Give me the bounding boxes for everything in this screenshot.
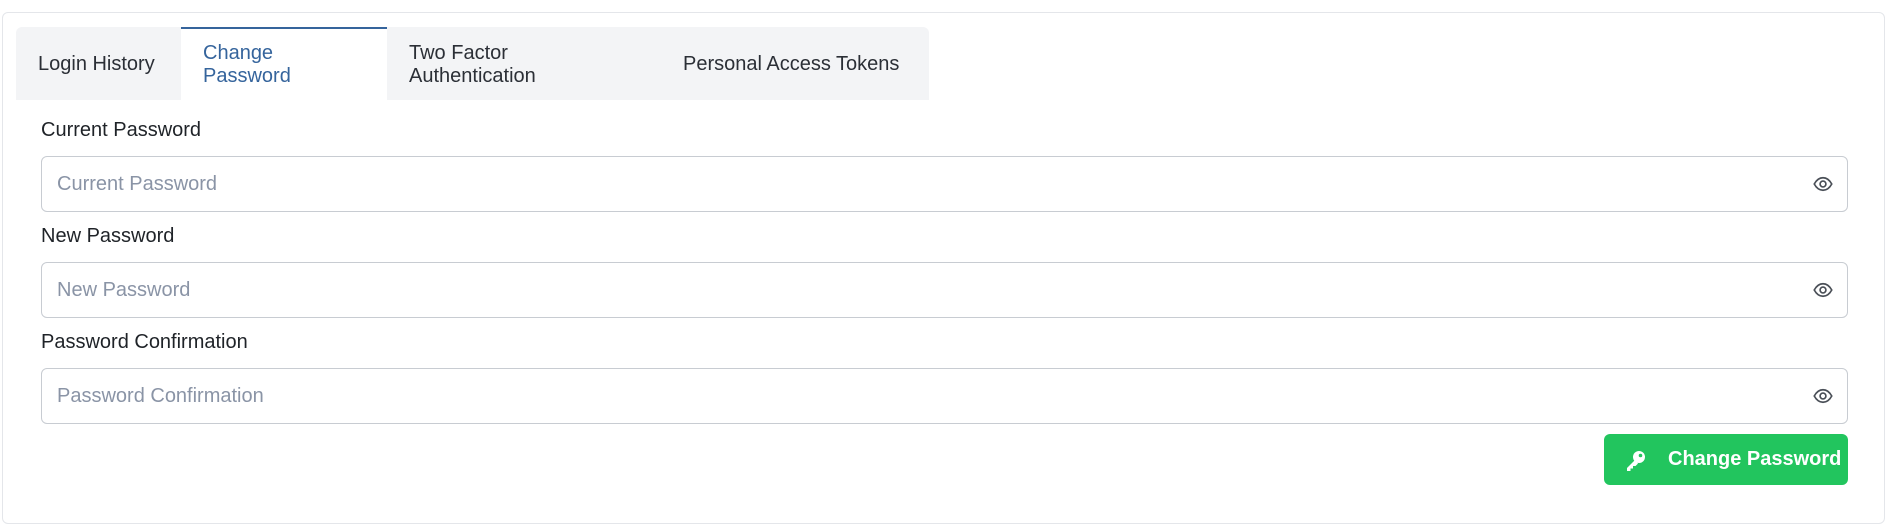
password-confirmation-field: [41, 368, 1848, 424]
eye-icon[interactable]: [1813, 386, 1833, 406]
tab-personal-access-tokens[interactable]: Personal Access Tokens: [661, 27, 929, 100]
tab-two-factor-authentication[interactable]: Two Factor Authentication: [387, 27, 661, 100]
tab-login-history[interactable]: Login History: [16, 27, 181, 100]
current-password-field: [41, 156, 1848, 212]
current-password-input[interactable]: [42, 157, 1802, 211]
tab-change-password[interactable]: Change Password: [181, 27, 387, 100]
password-confirmation-input[interactable]: [42, 369, 1802, 423]
password-confirmation-label: Password Confirmation: [41, 331, 248, 353]
tab-label: Two Factor Authentication: [409, 41, 536, 87]
tab-label: Personal Access Tokens: [683, 53, 900, 75]
new-password-label: New Password: [41, 225, 175, 247]
eye-icon[interactable]: [1813, 174, 1833, 194]
tab-bar: Login History Change Password Two Factor…: [16, 27, 929, 100]
change-password-button-label: Change Password: [1668, 448, 1842, 470]
eye-icon[interactable]: [1813, 280, 1833, 300]
key-icon: [1627, 450, 1645, 471]
tab-label: Login History: [38, 53, 155, 75]
new-password-field: [41, 262, 1848, 318]
current-password-label: Current Password: [41, 119, 202, 141]
new-password-input[interactable]: [42, 263, 1802, 317]
change-password-button[interactable]: Change Password: [1604, 434, 1848, 485]
tab-label: Change Password: [203, 41, 291, 87]
